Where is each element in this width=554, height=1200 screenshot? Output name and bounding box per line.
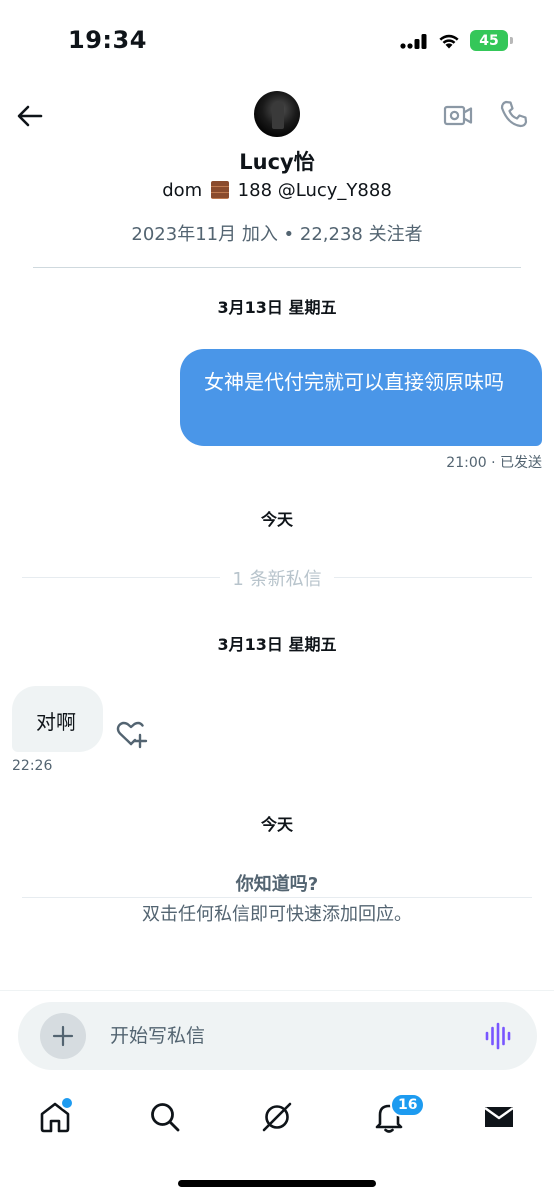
- status-bar: 19:34 45: [0, 0, 554, 80]
- tip-divider: [22, 897, 532, 898]
- date-separator-today: 今天: [260, 510, 293, 529]
- new-messages-text: 1 条新私信: [220, 569, 334, 590]
- outgoing-message-bubble[interactable]: 女神是代付完就可以直接领原味吗: [180, 349, 542, 446]
- back-arrow-icon[interactable]: [14, 100, 46, 132]
- status-icons: 45: [400, 30, 513, 51]
- message-input[interactable]: [110, 1020, 450, 1052]
- header-divider: [33, 267, 521, 268]
- plus-icon: [52, 1025, 74, 1047]
- search-icon[interactable]: [148, 1100, 182, 1134]
- notification-count-badge: 16: [390, 1093, 426, 1117]
- video-call-icon[interactable]: [442, 99, 474, 131]
- display-name[interactable]: Lucy怡: [0, 146, 554, 176]
- status-time: 19:34: [68, 26, 147, 54]
- conversation-header: Lucy怡 dom 188 @Lucy_Y888 2023年11月 加入 • 2…: [0, 80, 554, 270]
- date-separator: 3月13日 星期五: [217, 635, 337, 654]
- new-messages-label: 1 条新私信: [0, 565, 554, 591]
- phone-call-icon[interactable]: [498, 98, 530, 130]
- incoming-message-time: 22:26: [12, 758, 53, 774]
- add-reaction-heart-icon[interactable]: [114, 718, 148, 750]
- add-attachment-button[interactable]: [40, 1013, 86, 1059]
- wifi-icon: [439, 34, 459, 48]
- profile-bio: dom 188 @Lucy_Y888: [0, 180, 554, 202]
- composer-divider: [0, 990, 554, 991]
- messages-mail-icon[interactable]: [482, 1100, 516, 1134]
- home-unread-dot: [60, 1096, 74, 1110]
- voice-message-icon[interactable]: [484, 1022, 512, 1050]
- avatar[interactable]: [254, 91, 300, 137]
- message-composer: [18, 1002, 537, 1070]
- incoming-message-bubble[interactable]: 对啊: [12, 686, 103, 752]
- bio-prefix: dom: [162, 180, 203, 201]
- cellular-signal-icon: [400, 33, 427, 49]
- tip-body-text: 双击任何私信即可快速添加回应。: [134, 904, 420, 925]
- outgoing-message-status: 21:00 · 已发送: [446, 455, 542, 471]
- profile-meta: 2023年11月 加入 • 22,238 关注者: [131, 224, 423, 245]
- tip-title-text: 你知道吗?: [227, 874, 327, 895]
- tip-body: 双击任何私信即可快速添加回应。: [0, 900, 554, 926]
- battery-level: 45: [479, 32, 499, 49]
- brick-emoji-icon: [210, 181, 229, 199]
- bottom-tab-bar: [0, 1090, 554, 1150]
- home-indicator: [178, 1180, 376, 1187]
- battery-icon: 45: [470, 30, 513, 51]
- tip-title: 你知道吗?: [0, 870, 554, 896]
- date-separator: 3月13日 星期五: [217, 298, 337, 317]
- bio-suffix: 188 @Lucy_Y888: [237, 180, 392, 201]
- date-separator-today: 今天: [260, 815, 293, 834]
- grok-icon[interactable]: [260, 1100, 294, 1134]
